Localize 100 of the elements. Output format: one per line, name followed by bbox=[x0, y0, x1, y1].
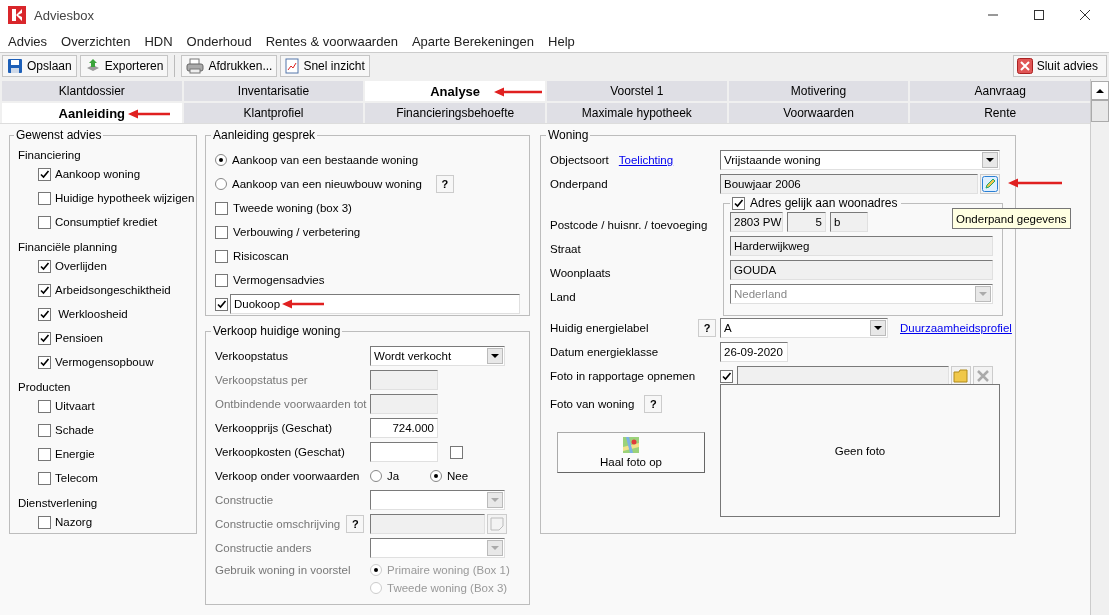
dropdown[interactable]: A bbox=[720, 318, 888, 338]
field-label: Verkoopkosten (Geschat) bbox=[215, 446, 345, 458]
tab[interactable]: Analyse bbox=[365, 81, 545, 101]
checkbox[interactable] bbox=[215, 249, 228, 263]
help-button[interactable]: ? bbox=[435, 175, 454, 193]
field-label: Foto in rapportage opnemen bbox=[550, 370, 696, 382]
window-title: Adviesbox bbox=[34, 7, 94, 23]
checkbox[interactable] bbox=[38, 331, 51, 345]
help-button[interactable]: ? bbox=[644, 395, 663, 413]
menu-item[interactable]: HDN bbox=[137, 33, 180, 49]
menu-item[interactable]: Aparte Berekeningen bbox=[404, 33, 542, 49]
text-field[interactable]: Duokoop bbox=[230, 294, 520, 314]
checkbox[interactable] bbox=[215, 225, 228, 239]
radio-label: Aankoop van een nieuwbouw woning bbox=[232, 178, 422, 190]
checkbox[interactable] bbox=[215, 273, 228, 287]
fetch-photo-button[interactable]: Haal foto op bbox=[557, 432, 705, 473]
menu-item[interactable]: Overzichten bbox=[54, 33, 138, 49]
document-icon bbox=[285, 58, 300, 74]
input-field[interactable] bbox=[370, 370, 438, 390]
radio-label: Primaire woning (Box 1) bbox=[387, 564, 510, 576]
checkbox[interactable] bbox=[38, 283, 51, 297]
menu-item[interactable]: Advies bbox=[1, 33, 55, 49]
close-icon[interactable] bbox=[1079, 9, 1091, 21]
input-field[interactable]: 5 bbox=[787, 212, 826, 232]
dropdown[interactable] bbox=[370, 538, 505, 558]
dropdown[interactable]: Nederland bbox=[730, 284, 993, 304]
input-field[interactable] bbox=[370, 394, 438, 414]
printer-icon bbox=[186, 58, 205, 74]
tab[interactable]: Aanleiding bbox=[2, 103, 182, 123]
checkbox[interactable] bbox=[38, 515, 51, 529]
checkbox[interactable] bbox=[215, 201, 228, 215]
tab[interactable]: Financieringsbehoefte bbox=[365, 103, 545, 123]
field-label: Datum energieklasse bbox=[550, 346, 659, 358]
annotation-arrow bbox=[494, 86, 542, 98]
input-field[interactable]: Harderwijkweg bbox=[730, 236, 993, 256]
maximize-icon[interactable] bbox=[1033, 9, 1045, 21]
checkbox[interactable] bbox=[732, 196, 745, 210]
link[interactable]: Duurzaamheidsprofiel bbox=[900, 322, 1012, 334]
edit-button[interactable] bbox=[980, 174, 1000, 194]
checkbox[interactable] bbox=[38, 355, 51, 369]
checkbox-label: Pensioen bbox=[55, 332, 103, 344]
field-label: Verkoopstatus per bbox=[215, 374, 308, 386]
date-field[interactable]: 26-09-2020 bbox=[720, 342, 788, 362]
close-advice-button[interactable]: Sluit advies bbox=[1012, 55, 1107, 77]
tooltip: Onderpand gegevens bbox=[952, 208, 1071, 229]
checkbox[interactable] bbox=[38, 423, 51, 437]
radio-button[interactable] bbox=[215, 178, 227, 190]
radio-label: Tweede woning (Box 3) bbox=[387, 582, 508, 594]
help-button[interactable]: ? bbox=[698, 319, 716, 337]
input-field[interactable]: b bbox=[830, 212, 868, 232]
delete-button[interactable] bbox=[973, 366, 993, 386]
toolbar-button[interactable]: Exporteren bbox=[79, 55, 169, 77]
toolbar-button[interactable]: Snel inzicht bbox=[280, 55, 370, 77]
input-field[interactable]: 2803 PW bbox=[730, 212, 783, 232]
open-folder-button[interactable] bbox=[951, 366, 971, 386]
group-title: Aanleiding gesprek bbox=[212, 128, 317, 142]
dropdown[interactable]: Wordt verkocht bbox=[370, 346, 505, 366]
input-field[interactable]: GOUDA bbox=[730, 260, 993, 280]
checkbox[interactable] bbox=[38, 399, 51, 413]
input-field[interactable] bbox=[370, 514, 485, 534]
menu-item[interactable]: Onderhoud bbox=[179, 33, 259, 49]
pencil-icon bbox=[982, 176, 998, 192]
scrollbar[interactable] bbox=[1090, 79, 1109, 615]
checkbox[interactable] bbox=[720, 369, 733, 383]
tab[interactable]: Voorstel 1 bbox=[547, 81, 727, 101]
checkbox[interactable] bbox=[38, 447, 51, 461]
input-field[interactable]: Bouwjaar 2006 bbox=[720, 174, 978, 194]
input-field[interactable] bbox=[370, 442, 438, 462]
checkbox[interactable] bbox=[38, 215, 51, 229]
dropdown[interactable]: Vrijstaande woning bbox=[720, 150, 1000, 170]
checkbox[interactable] bbox=[450, 445, 463, 459]
tab[interactable]: Inventarisatie bbox=[183, 81, 364, 101]
checkbox[interactable] bbox=[38, 471, 51, 485]
input-field[interactable] bbox=[737, 366, 949, 386]
radio-button[interactable] bbox=[215, 154, 227, 166]
field-label: Gebruik woning in voorstel bbox=[215, 564, 351, 576]
field-label: Straat bbox=[550, 242, 582, 257]
checkbox[interactable] bbox=[38, 259, 51, 273]
tab[interactable]: Voorwaarden bbox=[728, 103, 909, 123]
toolbar-button[interactable]: Afdrukken... bbox=[181, 55, 278, 77]
dropdown[interactable] bbox=[370, 490, 505, 510]
tab[interactable]: Klantdossier bbox=[2, 81, 182, 101]
menu-item[interactable]: Rentes & voorwaarden bbox=[258, 33, 405, 49]
tab[interactable]: Rente bbox=[910, 103, 1090, 123]
menu-item[interactable]: Help bbox=[541, 33, 582, 49]
group-title: Gewenst advies bbox=[15, 128, 103, 142]
radio-button[interactable] bbox=[430, 470, 442, 482]
checkbox[interactable] bbox=[38, 167, 51, 181]
checkbox[interactable] bbox=[38, 307, 51, 321]
toolbar-button[interactable]: Opslaan bbox=[2, 55, 77, 77]
input-field[interactable]: 724.000 bbox=[370, 418, 438, 438]
tab[interactable]: Klantprofiel bbox=[183, 103, 364, 123]
link[interactable]: Toelichting bbox=[618, 154, 674, 166]
checkbox[interactable] bbox=[215, 297, 228, 311]
tab[interactable]: Motivering bbox=[728, 81, 909, 101]
tab[interactable]: Maximale hypotheek bbox=[547, 103, 727, 123]
checkbox-label: Werkloosheid bbox=[57, 308, 128, 320]
tab[interactable]: Aanvraag bbox=[910, 81, 1090, 101]
radio-button[interactable] bbox=[370, 470, 382, 482]
checkbox[interactable] bbox=[38, 191, 51, 205]
